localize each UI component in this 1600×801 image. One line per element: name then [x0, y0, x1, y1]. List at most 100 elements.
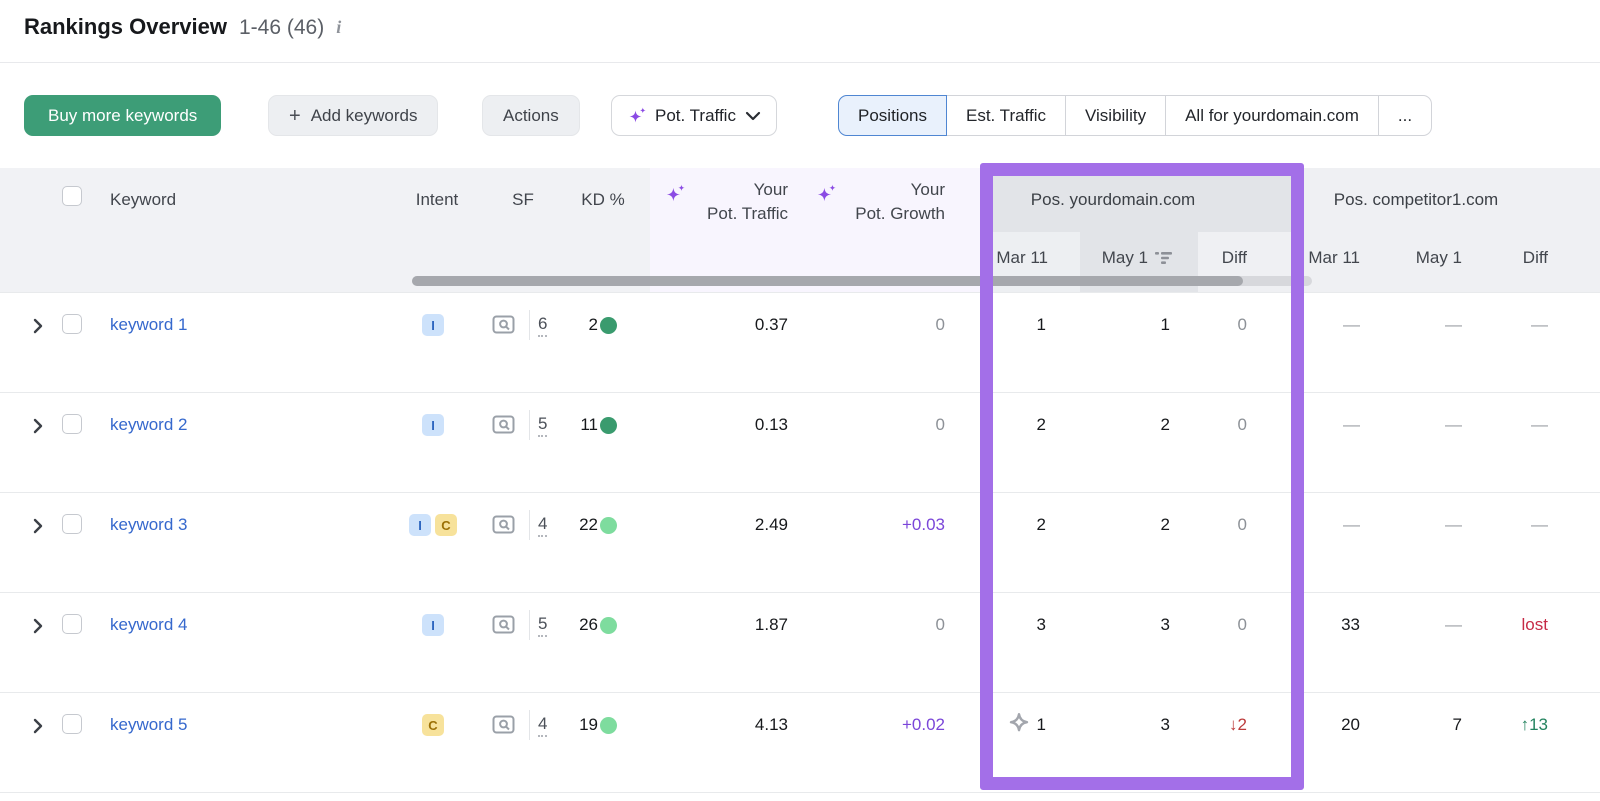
keyword-link[interactable]: keyword 2 — [110, 411, 187, 439]
pot-traffic-value: 0.37 — [754, 315, 788, 334]
column-header-pot-growth[interactable]: Your Pot. Growth — [855, 178, 945, 226]
serp-features-preview-icon[interactable] — [492, 515, 515, 535]
pos-yourdomain-mar11: 3 — [1036, 615, 1046, 634]
pos-competitor-diff: lost — [1521, 615, 1548, 634]
keyword-link[interactable]: keyword 3 — [110, 511, 187, 539]
pos-competitor-may1: — — [1445, 515, 1462, 534]
intent-badge[interactable]: C — [422, 714, 444, 736]
pos-competitor-mar11: — — [1343, 315, 1360, 334]
table-row: keyword 2 I 5 11 0.13 0 2 2 0 — — — — [0, 393, 1600, 493]
tab-all-for-yourdomain[interactable]: All for yourdomain.com — [1165, 95, 1379, 136]
pos-competitor-may1: — — [1445, 415, 1462, 434]
expand-row-chevron-icon[interactable] — [30, 517, 46, 535]
pot-traffic-value: 0.13 — [754, 415, 788, 434]
expand-row-chevron-icon[interactable] — [30, 717, 46, 735]
chevron-down-icon — [745, 111, 761, 121]
serp-features-preview-icon[interactable] — [492, 415, 515, 435]
buy-more-keywords-label: Buy more keywords — [48, 105, 198, 125]
header-bg-left — [0, 168, 650, 292]
pos-competitor-may1: 7 — [1452, 715, 1462, 734]
keyword-link[interactable]: keyword 5 — [110, 711, 187, 739]
actions-button[interactable]: Actions — [482, 95, 580, 136]
serp-features-preview-icon[interactable] — [492, 615, 515, 635]
kd-difficulty-dot — [600, 717, 617, 734]
sf-count-link[interactable]: 4 — [538, 511, 548, 537]
add-keywords-button[interactable]: + Add keywords — [268, 95, 439, 136]
tab-positions[interactable]: Positions — [838, 95, 947, 136]
sf-count-link[interactable]: 5 — [538, 411, 548, 437]
rankings-overview-screen: Rankings Overview 1-46 (46) Buy more key… — [0, 0, 1600, 801]
sf-count-link[interactable]: 6 — [538, 311, 548, 337]
kd-value: 11 — [580, 415, 598, 434]
row-checkbox[interactable] — [62, 414, 82, 434]
pos-competitor-mar11: — — [1343, 415, 1360, 434]
expand-row-chevron-icon[interactable] — [30, 617, 46, 635]
intent-badge[interactable]: I — [422, 314, 444, 336]
select-all-checkbox[interactable] — [62, 186, 82, 206]
column-header-kd[interactable]: KD % — [575, 186, 631, 214]
subheader-yourdomain-mar11[interactable]: Mar 11 — [996, 244, 1048, 272]
divider — [0, 62, 1600, 63]
horizontal-scrollbar-thumb[interactable] — [412, 276, 1243, 286]
row-checkbox[interactable] — [62, 314, 82, 334]
serp-features-preview-icon[interactable] — [492, 315, 515, 335]
row-checkbox[interactable] — [62, 514, 82, 534]
column-header-pot-traffic[interactable]: Your Pot. Traffic — [707, 178, 788, 226]
pos-yourdomain-may1: 1 — [1160, 315, 1170, 334]
intent-badge[interactable]: I — [409, 514, 431, 536]
pot-growth-value: 0 — [935, 415, 945, 434]
subheader-competitor-diff[interactable]: Diff — [1523, 244, 1548, 272]
pos-yourdomain-may1: 2 — [1160, 415, 1170, 434]
pot-traffic-value: 4.13 — [754, 715, 788, 734]
expand-row-chevron-icon[interactable] — [30, 417, 46, 435]
keyword-link[interactable]: keyword 4 — [110, 611, 187, 639]
tab-visibility[interactable]: Visibility — [1064, 95, 1167, 136]
column-header-sf[interactable]: SF — [503, 186, 543, 214]
pos-competitor-may1: — — [1445, 615, 1462, 634]
sf-count-link[interactable]: 4 — [538, 711, 548, 737]
intent-badges: I C — [405, 514, 461, 536]
pot-growth-value: 0 — [935, 315, 945, 334]
row-checkbox[interactable] — [62, 714, 82, 734]
titlebar: Rankings Overview 1-46 (46) — [24, 14, 341, 40]
serp-features-preview-icon[interactable] — [492, 715, 515, 735]
pos-yourdomain-may1: 2 — [1160, 515, 1170, 534]
keyword-link[interactable]: keyword 1 — [110, 311, 187, 339]
page-title: Rankings Overview — [24, 14, 227, 39]
sf-count-link[interactable]: 5 — [538, 611, 548, 637]
row-checkbox[interactable] — [62, 614, 82, 634]
intent-badge[interactable]: C — [435, 514, 457, 536]
kd-difficulty-dot — [600, 617, 617, 634]
actions-label: Actions — [503, 105, 559, 125]
subheader-competitor-may1[interactable]: May 1 — [1416, 244, 1462, 272]
pos-yourdomain-diff: 0 — [1237, 515, 1247, 534]
buy-more-keywords-button[interactable]: Buy more keywords — [24, 95, 222, 136]
pot-growth-value: +0.03 — [901, 515, 945, 534]
tab-est-traffic[interactable]: Est. Traffic — [945, 95, 1066, 136]
subheader-yourdomain-may1[interactable]: May 1 — [1102, 244, 1172, 272]
intent-badge[interactable]: I — [422, 414, 444, 436]
tab-more[interactable]: ... — [1377, 95, 1433, 136]
pos-yourdomain-diff: ↓2 — [1229, 715, 1247, 734]
subheader-competitor-mar11[interactable]: Mar 11 — [1308, 244, 1360, 272]
expand-row-chevron-icon[interactable] — [30, 317, 46, 335]
serp-feature-marker-icon[interactable] — [1008, 712, 1030, 738]
subheader-yourdomain-diff[interactable]: Diff — [1222, 244, 1247, 272]
pos-competitor-diff: — — [1531, 415, 1548, 434]
table-row: keyword 3 I C 4 22 2.49 +0.03 2 2 0 — — … — [0, 493, 1600, 593]
pos-competitor-mar11: — — [1343, 515, 1360, 534]
info-icon[interactable] — [336, 17, 341, 38]
pos-yourdomain-mar11: 1 — [1008, 711, 1046, 739]
column-header-keyword[interactable]: Keyword — [110, 186, 176, 214]
divider — [529, 610, 530, 640]
column-header-intent[interactable]: Intent — [405, 186, 469, 214]
intent-badges: I — [405, 314, 461, 336]
plus-icon: + — [289, 104, 301, 127]
pos-yourdomain-diff: 0 — [1237, 615, 1247, 634]
pos-competitor-diff: ↑13 — [1520, 715, 1548, 734]
divider — [529, 410, 530, 440]
metric-selector-dropdown[interactable]: Pot. Traffic — [611, 95, 777, 136]
pos-competitor-may1: — — [1445, 315, 1462, 334]
pos-competitor-diff: — — [1531, 515, 1548, 534]
intent-badge[interactable]: I — [422, 614, 444, 636]
